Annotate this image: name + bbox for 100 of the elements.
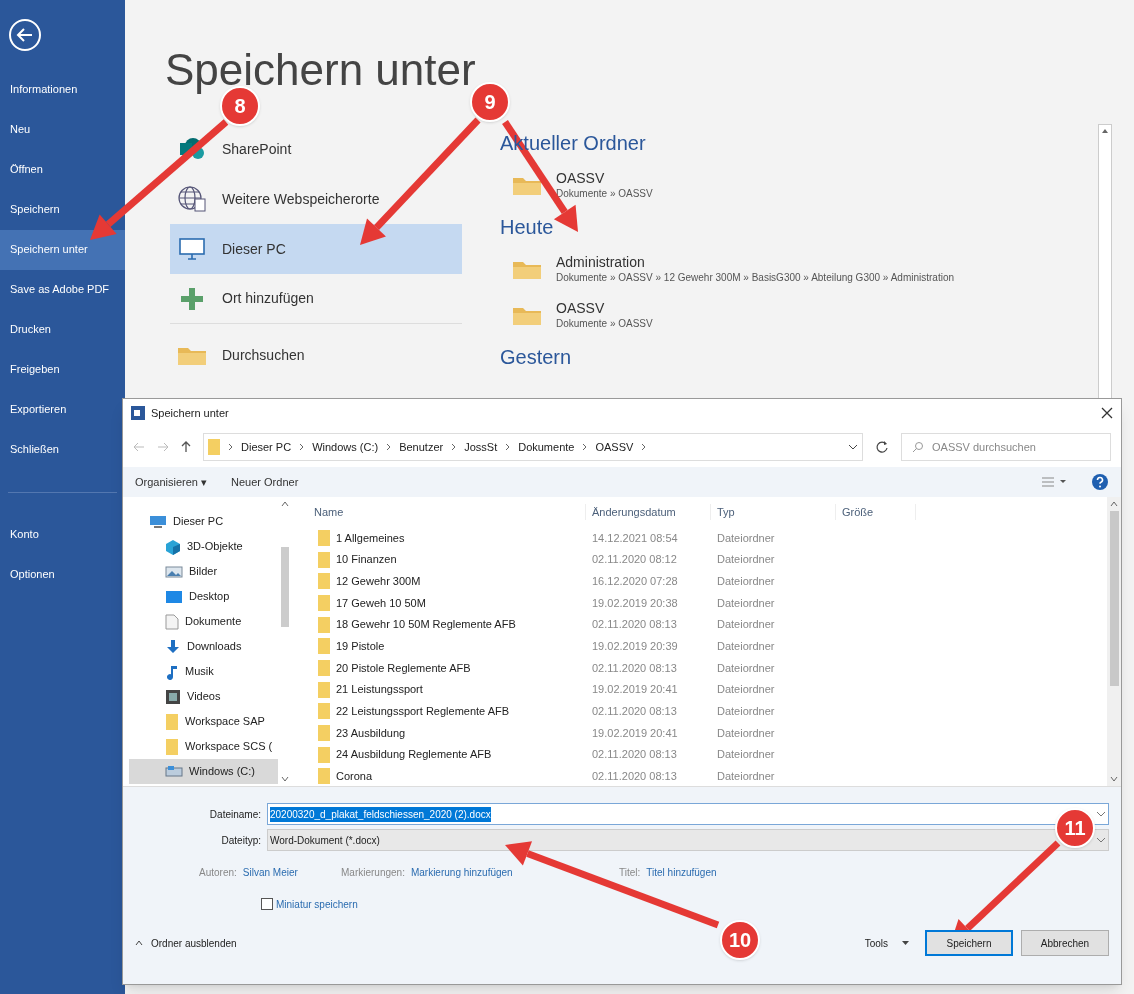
toolbar-button[interactable]: Organisieren ▾	[135, 473, 208, 491]
word-app-icon	[131, 406, 145, 420]
breadcrumb-item[interactable]: Dieser PC	[241, 438, 292, 456]
scroll-down-icon[interactable]	[281, 776, 289, 782]
date-cell-text: 19.02.2019 20:38	[591, 595, 679, 611]
nav-item[interactable]: Dokumente	[129, 609, 278, 634]
file-name[interactable]: 24 Ausbildung Reglemente AFB	[336, 746, 492, 763]
column-header[interactable]: Name	[308, 503, 586, 521]
breadcrumb-item[interactable]: JossSt	[464, 438, 498, 456]
metadata-link[interactable]: Silvan Meier	[242, 864, 298, 880]
sidebar-item[interactable]: Speichern unter	[0, 230, 125, 270]
metadata-link[interactable]: Markierung hinzufügen	[410, 864, 513, 880]
cancel-button[interactable]: Abbrechen	[1021, 930, 1109, 956]
sidebar-item[interactable]: Öffnen	[0, 150, 125, 190]
file-name[interactable]: 20 Pistole Reglemente AFB	[336, 659, 471, 677]
sidebar-item[interactable]: Drucken	[0, 310, 125, 350]
refresh-icon[interactable]	[875, 440, 889, 454]
nav-item[interactable]: Desktop	[129, 584, 278, 609]
file-name[interactable]: 18 Gewehr 10 50M Reglemente AFB	[336, 616, 516, 633]
metadata-link[interactable]: Titel hinzufügen	[646, 864, 717, 880]
storage-location[interactable]: Dieser PC	[170, 224, 462, 274]
folder-icon	[165, 712, 179, 731]
type-cell-text: Dateiordner	[716, 617, 776, 633]
help-icon[interactable]	[1091, 473, 1109, 491]
sidebar-item[interactable]: Save as Adobe PDF	[0, 270, 125, 310]
dropdown-caret-icon	[1096, 811, 1106, 817]
nav-item[interactable]: Windows (C:)	[129, 759, 278, 784]
recent-folder[interactable]: OASSV Dokumente » OASSV	[500, 162, 1098, 208]
date-cell-text: 16.12.2020 07:28	[591, 573, 679, 589]
storage-location[interactable]: Durchsuchen	[170, 330, 462, 380]
folder-name: OASSV	[556, 300, 606, 318]
sidebar-item[interactable]: Schließen	[0, 430, 125, 470]
folder-icon	[318, 594, 330, 611]
scroll-down-icon[interactable]	[1110, 776, 1118, 782]
sidebar-item[interactable]: Exportieren	[0, 390, 125, 430]
file-name[interactable]: 23 Ausbildung	[336, 724, 406, 742]
chevron-right-icon	[228, 443, 233, 451]
file-name[interactable]: 1 Allgemeines	[336, 529, 405, 547]
scroll-up-icon[interactable]	[281, 501, 289, 507]
folder-path: Dokumente » OASSV	[556, 187, 653, 200]
dialog-title: Speichern unter	[151, 405, 230, 421]
scroll-up-icon[interactable]	[1101, 127, 1109, 135]
recent-folder[interactable]: OASSV Dokumente » OASSV	[500, 292, 1098, 338]
search-icon	[912, 441, 924, 453]
up-arrow-icon[interactable]	[181, 441, 191, 453]
file-name[interactable]: Corona	[336, 768, 373, 785]
toolbar-button[interactable]: Neuer Ordner	[231, 473, 299, 491]
type-cell-text: Dateiordner	[716, 530, 776, 546]
computer-icon	[149, 514, 167, 529]
nav-item[interactable]: Videos	[129, 684, 278, 709]
scroll-up-icon[interactable]	[1110, 501, 1118, 507]
scrollbar-thumb[interactable]	[1109, 511, 1119, 686]
file-name[interactable]: 22 Leistungssport Reglemente AFB	[336, 703, 510, 720]
sidebar-item[interactable]: Informationen	[0, 70, 125, 110]
nav-item[interactable]: Dieser PC	[129, 509, 278, 534]
recent-folder[interactable]: Administration Dokumente » OASSV » 12 Gewehr 300M » BasisG300 » Abteilung G300 » Administration	[500, 246, 1098, 292]
save-button[interactable]: Speichern	[925, 930, 1013, 956]
nav-item[interactable]: Workspace SAP	[129, 709, 278, 734]
breadcrumb-item[interactable]: Dokumente	[518, 438, 575, 456]
storage-location[interactable]: Weitere Webspeicherorte	[170, 174, 462, 224]
sidebar-item[interactable]: Konto	[0, 515, 125, 555]
chevron-right-icon	[386, 443, 392, 451]
address-bar[interactable]: Dieser PC Windows (C:) Benutzer JossSt Dokumente OASSV	[203, 433, 863, 461]
file-name[interactable]: 17 Geweh 10 50M	[336, 594, 426, 612]
folder-name: OASSV	[556, 170, 606, 188]
close-icon[interactable]	[1101, 407, 1113, 419]
breadcrumb-item[interactable]: Windows (C:)	[312, 438, 379, 456]
scrollbar-thumb[interactable]	[281, 547, 289, 627]
checkbox[interactable]	[261, 898, 273, 910]
column-header[interactable]: Typ	[711, 503, 836, 521]
globe-icon	[177, 185, 207, 213]
section-heading: Heute	[500, 215, 554, 240]
nav-item[interactable]: Musik	[129, 659, 278, 684]
folder-icon	[318, 638, 330, 655]
breadcrumb-item[interactable]: Benutzer	[399, 438, 444, 456]
nav-item[interactable]: Downloads	[129, 634, 278, 659]
column-header[interactable]: Größe	[836, 503, 916, 521]
sidebar-item[interactable]: Speichern	[0, 190, 125, 230]
nav-item[interactable]: 3D-Objekte	[129, 534, 278, 559]
file-name[interactable]: 21 Leistungssport	[336, 681, 423, 698]
dropdown-caret-icon[interactable]	[848, 444, 858, 450]
sidebar-item[interactable]: Optionen	[0, 555, 125, 595]
metadata-label: Autoren:	[199, 865, 237, 880]
file-name[interactable]: 19 Pistole	[336, 638, 385, 655]
search-field[interactable]: OASSV durchsuchen	[901, 433, 1111, 461]
storage-location[interactable]: SharePoint	[170, 124, 462, 174]
sidebar-item[interactable]: Neu	[0, 110, 125, 150]
hide-folders-button[interactable]: Ordner ausblenden	[135, 935, 237, 951]
tools-button[interactable]: Tools	[864, 935, 909, 951]
nav-item[interactable]: Workspace SCS (	[129, 734, 278, 759]
column-header[interactable]: Änderungsdatum	[586, 503, 711, 521]
sidebar-item[interactable]: Freigeben	[0, 350, 125, 390]
chevron-right-icon	[451, 443, 457, 451]
date-cell-text: 19.02.2019 20:39	[591, 639, 679, 655]
date-cell-text: 19.02.2019 20:41	[591, 725, 679, 741]
breadcrumb-item[interactable]: OASSV	[595, 438, 634, 456]
file-name[interactable]: 12 Gewehr 300M	[336, 572, 421, 590]
file-name[interactable]: 10 Finanzen	[336, 551, 397, 568]
nav-item[interactable]: Bilder	[129, 559, 278, 584]
storage-location[interactable]: Ort hinzufügen	[170, 274, 462, 324]
